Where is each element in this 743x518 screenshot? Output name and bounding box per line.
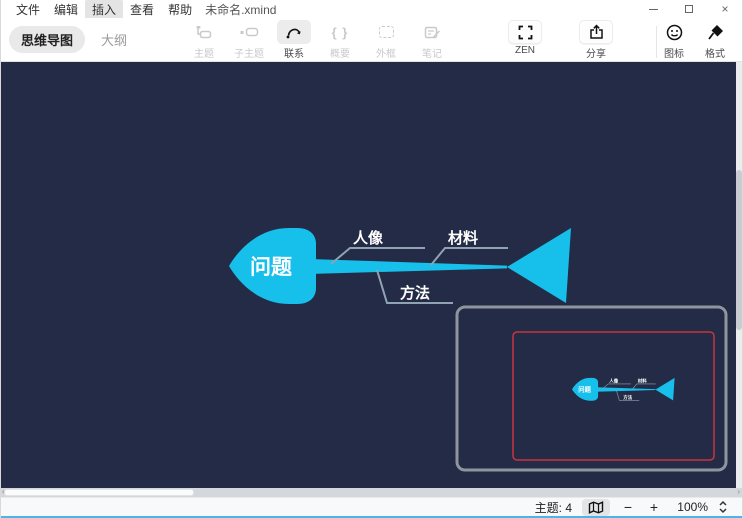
toolbar-topic: 主题 xyxy=(182,20,226,60)
minimap[interactable] xyxy=(457,307,726,470)
boundary-button[interactable] xyxy=(369,20,403,44)
zoom-in-button[interactable]: + xyxy=(646,499,662,515)
maximize-icon xyxy=(685,5,693,13)
share-icon xyxy=(589,24,604,40)
vertical-scrollbar-thumb[interactable] xyxy=(736,170,742,330)
view-tabs: 思维导图 大纲 xyxy=(9,26,139,53)
note-icon xyxy=(424,25,441,40)
minimize-button[interactable] xyxy=(646,2,660,16)
summary-icon: { } xyxy=(332,25,349,40)
status-bar: 主题: 4 − + 100% xyxy=(1,497,742,516)
topic-icon xyxy=(195,24,213,40)
horizontal-scrollbar-thumb[interactable] xyxy=(4,489,194,496)
note-button[interactable] xyxy=(415,20,449,44)
menu-file[interactable]: 文件 xyxy=(9,0,47,19)
toolbar-note: 笔记 xyxy=(410,20,454,60)
toolbar-summary: { } 概要 xyxy=(318,20,362,60)
horizontal-scrollbar[interactable]: ‹ › xyxy=(1,488,742,497)
fishbone-main[interactable] xyxy=(229,228,571,304)
map-icon xyxy=(588,501,604,514)
smiley-icon xyxy=(666,24,683,41)
document-title: 未命名.xmind xyxy=(205,1,276,18)
zoom-level: 100% xyxy=(672,500,708,514)
topic-button[interactable] xyxy=(187,20,221,44)
format-button[interactable] xyxy=(698,20,732,44)
zoom-stepper-icon[interactable] xyxy=(718,500,728,514)
minimize-icon xyxy=(649,9,658,10)
summary-button[interactable]: { } xyxy=(323,20,357,44)
icons-button[interactable] xyxy=(657,20,691,44)
toolbar-relationship: 联系 xyxy=(272,20,316,60)
zen-icon xyxy=(518,25,533,40)
toolbar-subtopic: 子主题 xyxy=(227,20,271,60)
topic-count: 主题: 4 xyxy=(535,499,572,516)
close-icon: × xyxy=(721,2,728,16)
menu-edit[interactable]: 编辑 xyxy=(47,0,85,19)
toolbar: 思维导图 大纲 主题 子主题 xyxy=(1,18,742,62)
zoom-out-button[interactable]: − xyxy=(620,499,636,515)
subtopic-icon xyxy=(239,25,259,39)
tab-outline[interactable]: 大纲 xyxy=(89,26,139,53)
relationship-icon xyxy=(285,25,303,40)
toolbar-icons: 图标 xyxy=(652,20,696,60)
tab-mindmap[interactable]: 思维导图 xyxy=(9,26,85,53)
subtopic-button[interactable] xyxy=(232,20,266,44)
menu-help[interactable]: 帮助 xyxy=(161,0,199,19)
minimap-toggle-button[interactable] xyxy=(582,499,610,516)
format-paint-icon xyxy=(707,24,724,41)
relationship-button[interactable] xyxy=(277,20,311,44)
boundary-icon xyxy=(379,26,394,38)
menu-insert[interactable]: 插入 xyxy=(85,0,123,19)
menu-bar: 文件 编辑 插入 查看 帮助 未命名.xmind × xyxy=(1,0,742,18)
xmind-window: 文件 编辑 插入 查看 帮助 未命名.xmind × 思维导图 大纲 主 xyxy=(0,0,743,518)
toolbar-boundary: 外框 xyxy=(364,20,408,60)
share-button[interactable] xyxy=(579,20,613,44)
scroll-right-arrow[interactable]: › xyxy=(737,487,740,496)
fishbone-diagram: 问题 人像 材料 方法 xyxy=(1,62,738,488)
maximize-button[interactable] xyxy=(682,2,696,16)
toolbar-format: 格式 xyxy=(693,20,737,60)
menu-view[interactable]: 查看 xyxy=(123,0,161,19)
toolbar-zen: ZEN xyxy=(503,20,547,56)
zen-button[interactable] xyxy=(508,20,542,44)
toolbar-share: 分享 xyxy=(574,20,618,60)
close-button[interactable]: × xyxy=(718,2,732,16)
window-controls: × xyxy=(646,0,738,18)
mindmap-canvas[interactable]: 问题 人像 材料 方法 xyxy=(1,62,742,488)
vertical-scrollbar[interactable] xyxy=(736,62,742,488)
